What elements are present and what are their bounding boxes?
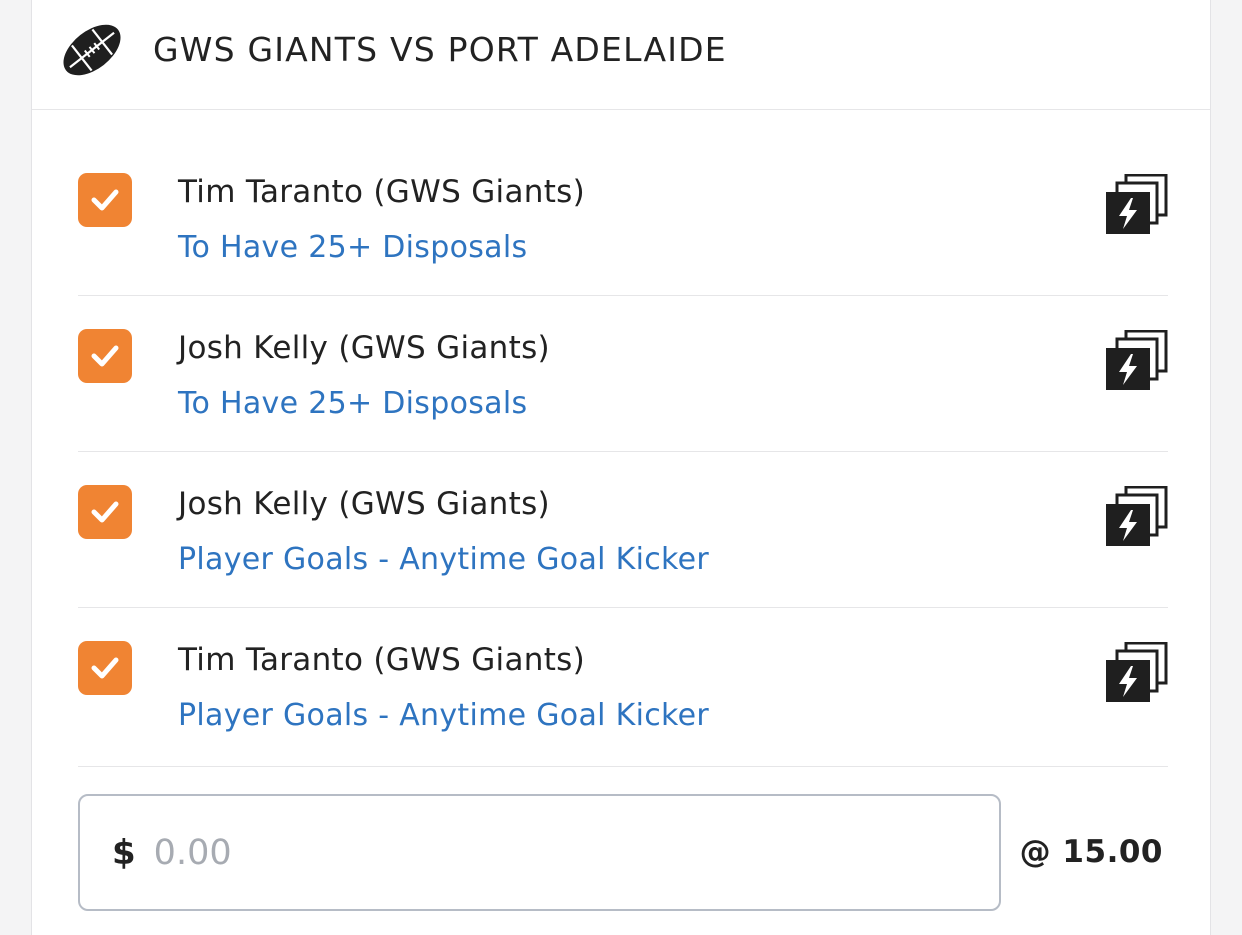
match-header: GWS GIANTS VS PORT ADELAIDE [32, 0, 1210, 110]
bet-leg: Tim Taranto (GWS Giants) Player Goals - … [78, 608, 1168, 764]
multi-bet-icon[interactable] [1106, 486, 1168, 548]
leg-market-link[interactable]: To Have 25+ Disposals [178, 386, 527, 421]
leg-checkbox[interactable] [78, 173, 132, 227]
multi-bet-icon[interactable] [1106, 642, 1168, 704]
stake-input[interactable] [153, 832, 914, 873]
divider [78, 766, 1168, 767]
match-title: GWS GIANTS VS PORT ADELAIDE [153, 30, 727, 69]
checkmark-icon [91, 345, 119, 367]
leg-player: Tim Taranto (GWS Giants) [178, 174, 585, 210]
odds-value: @ 15.00 [1019, 834, 1163, 870]
checkmark-icon [91, 189, 119, 211]
leg-player: Josh Kelly (GWS Giants) [178, 330, 550, 366]
multi-bet-icon[interactable] [1106, 330, 1168, 392]
bet-leg: Josh Kelly (GWS Giants) Player Goals - A… [78, 452, 1168, 608]
leg-market-link[interactable]: Player Goals - Anytime Goal Kicker [178, 542, 709, 577]
leg-market-link[interactable]: Player Goals - Anytime Goal Kicker [178, 698, 709, 733]
football-icon [63, 24, 121, 76]
leg-market-link[interactable]: To Have 25+ Disposals [178, 230, 527, 265]
leg-player: Tim Taranto (GWS Giants) [178, 642, 585, 678]
leg-checkbox[interactable] [78, 329, 132, 383]
leg-player: Josh Kelly (GWS Giants) [178, 486, 550, 522]
bet-leg: Josh Kelly (GWS Giants) To Have 25+ Disp… [78, 296, 1168, 452]
bet-panel: GWS GIANTS VS PORT ADELAIDE Tim Taranto … [31, 0, 1211, 935]
bet-leg: Tim Taranto (GWS Giants) To Have 25+ Dis… [78, 140, 1168, 296]
leg-checkbox[interactable] [78, 485, 132, 539]
checkmark-icon [91, 501, 119, 523]
currency-symbol: $ [112, 832, 136, 873]
stake-field[interactable]: $ [78, 794, 1001, 911]
multi-bet-icon[interactable] [1106, 174, 1168, 236]
leg-checkbox[interactable] [78, 641, 132, 695]
checkmark-icon [91, 657, 119, 679]
